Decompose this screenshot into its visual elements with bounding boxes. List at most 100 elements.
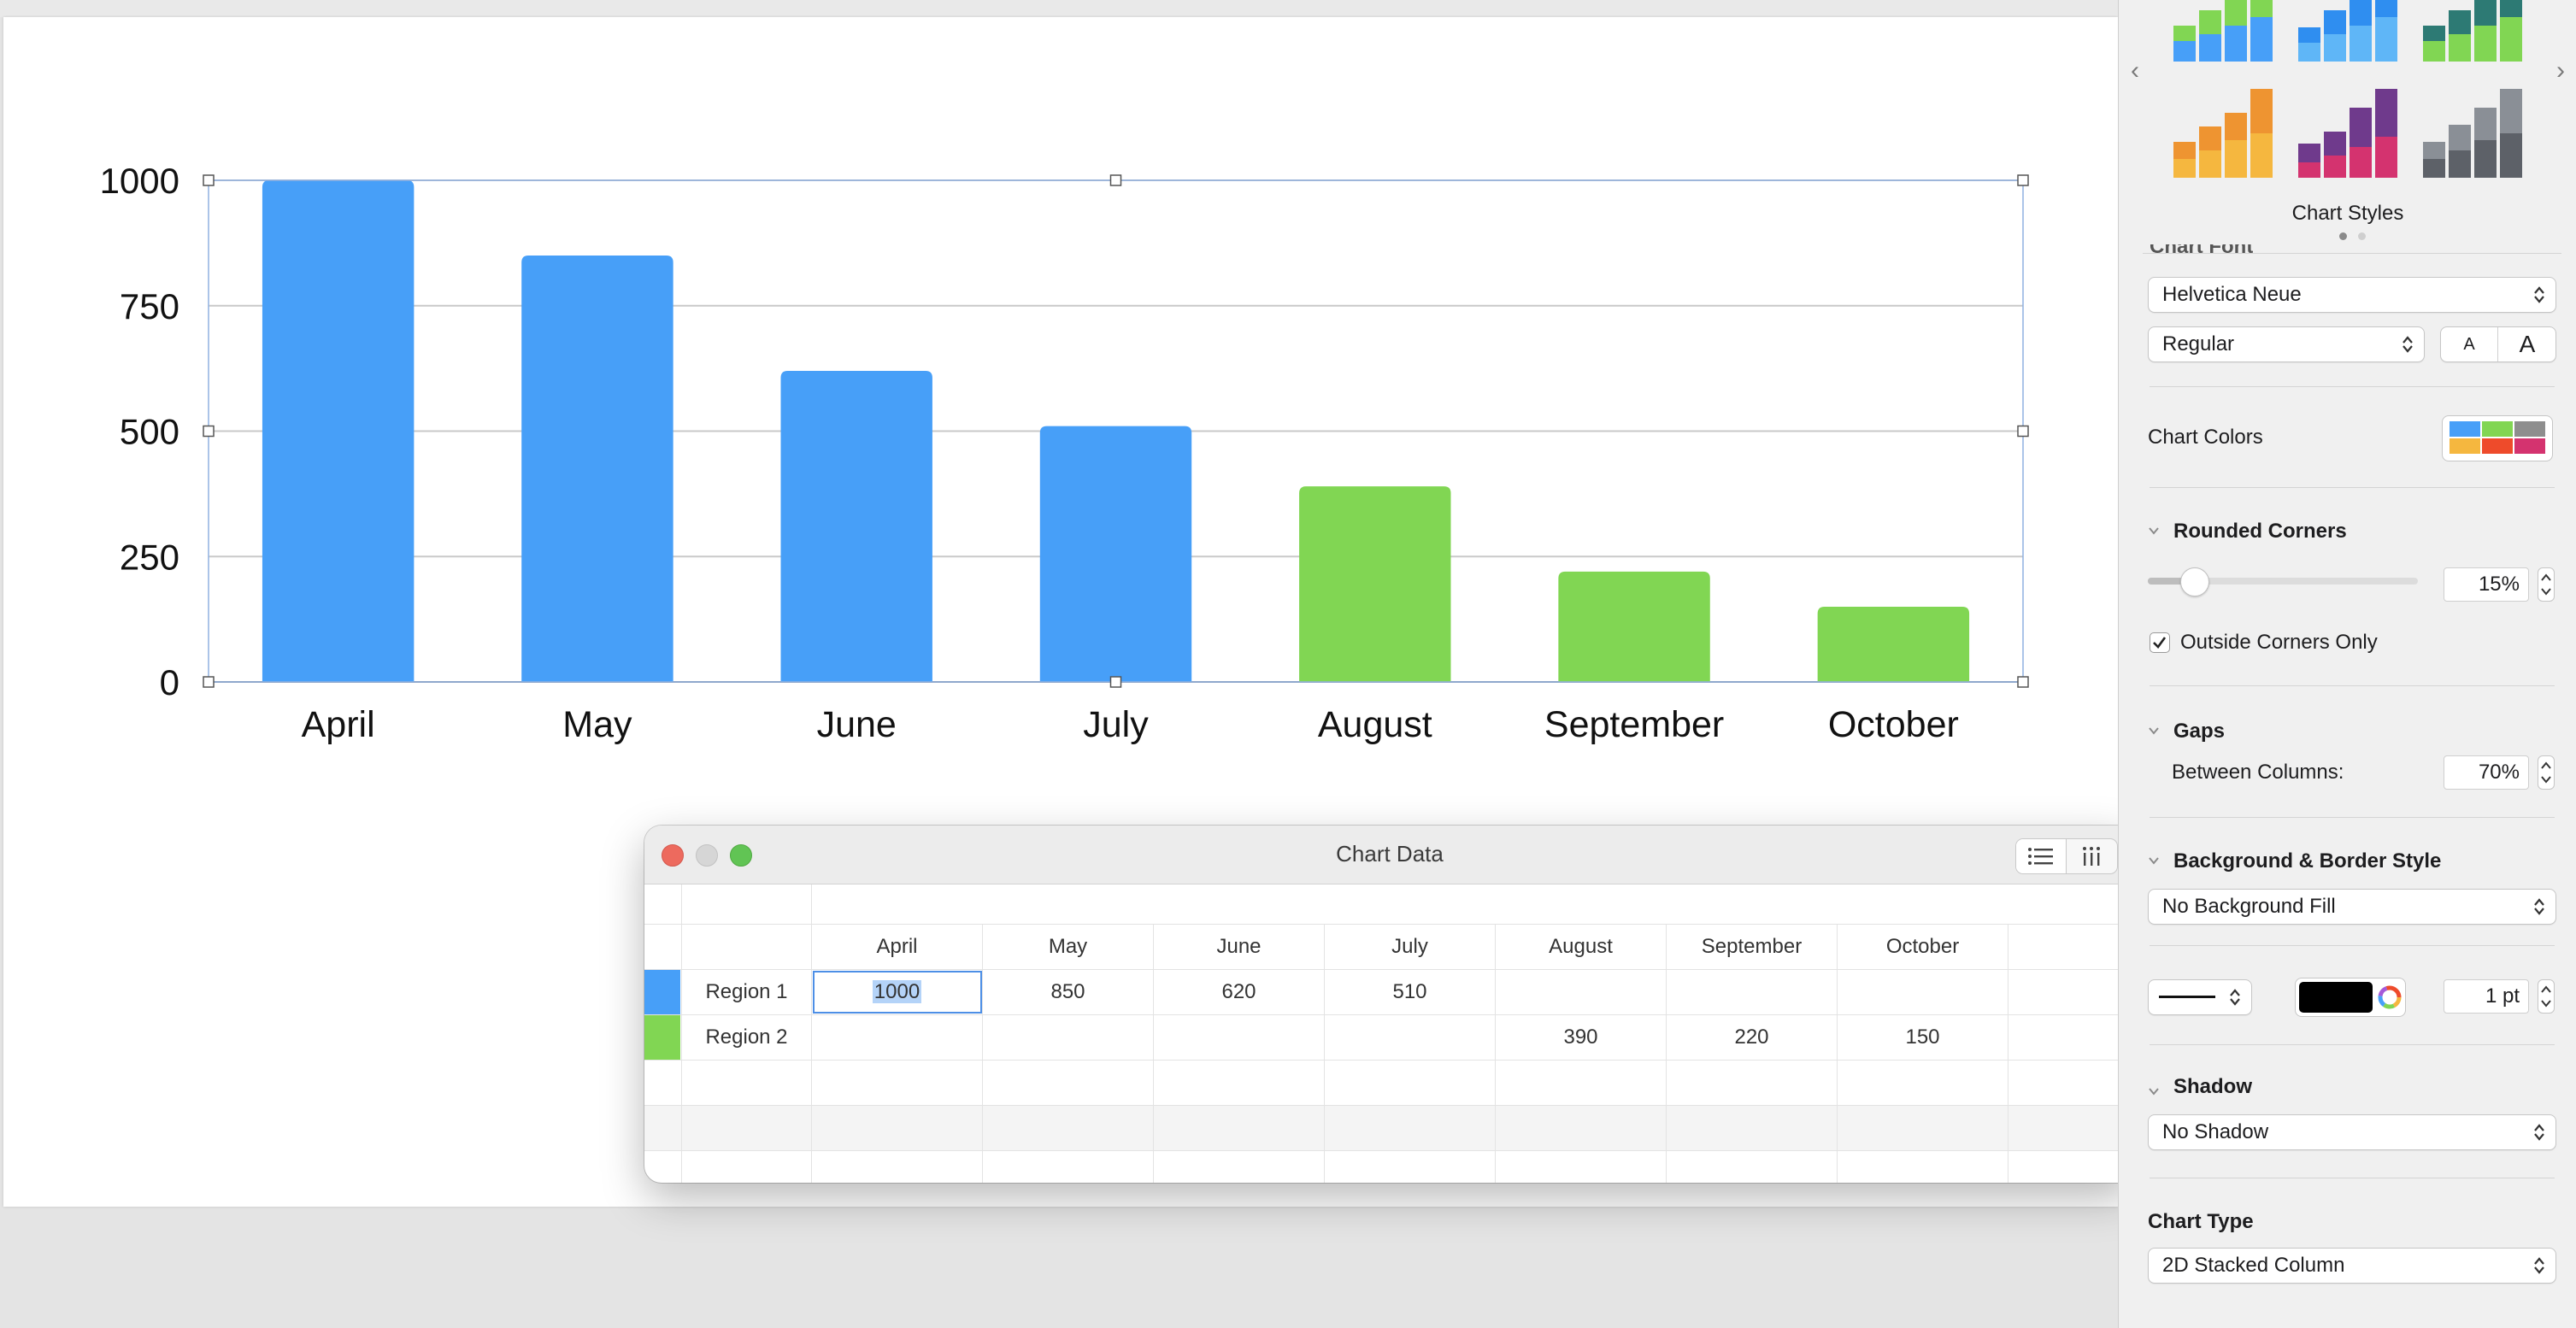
data-cell[interactable] bbox=[1667, 970, 1838, 1014]
data-cell[interactable] bbox=[812, 1015, 983, 1060]
resize-handle[interactable] bbox=[203, 676, 215, 688]
empty-cell[interactable] bbox=[2008, 1015, 2135, 1060]
column-header[interactable]: April bbox=[812, 925, 983, 969]
chevron-down-icon[interactable] bbox=[2148, 525, 2160, 537]
empty-cell[interactable] bbox=[812, 1151, 983, 1183]
data-cell[interactable] bbox=[1496, 970, 1667, 1014]
shadow-popup[interactable]: No Shadow bbox=[2148, 1114, 2556, 1150]
empty-cell[interactable] bbox=[983, 1106, 1154, 1150]
chart-style-thumbnails[interactable] bbox=[2119, 0, 2576, 188]
empty-cell[interactable] bbox=[812, 1061, 983, 1105]
resize-handle[interactable] bbox=[203, 425, 215, 438]
chart-bar[interactable] bbox=[1558, 571, 1710, 682]
background-fill-popup[interactable]: No Background Fill bbox=[2148, 889, 2556, 925]
series-color-swatch[interactable] bbox=[644, 970, 680, 1014]
empty-cell[interactable] bbox=[2008, 970, 2135, 1014]
chart-data-window[interactable]: Chart Data April May June July August Se… bbox=[644, 826, 2135, 1183]
data-cell[interactable]: 620 bbox=[1154, 970, 1325, 1014]
color-wheel-icon[interactable] bbox=[2378, 985, 2402, 1009]
chart-bar[interactable] bbox=[521, 256, 673, 682]
chart-style-4[interactable] bbox=[2173, 89, 2273, 178]
grid-empty-row[interactable] bbox=[644, 1151, 2135, 1183]
resize-handle[interactable] bbox=[1109, 676, 1122, 688]
empty-cell[interactable] bbox=[1154, 1061, 1325, 1105]
border-color-well[interactable] bbox=[2295, 978, 2406, 1017]
empty-cell[interactable] bbox=[1496, 1151, 1667, 1183]
grid-empty-row[interactable] bbox=[644, 1106, 2135, 1151]
column-header[interactable]: October bbox=[1838, 925, 2008, 969]
data-cell[interactable] bbox=[1325, 1015, 1496, 1060]
data-cell[interactable]: 1000 bbox=[812, 970, 983, 1014]
column-header[interactable]: June bbox=[1154, 925, 1325, 969]
page-dot[interactable] bbox=[2358, 232, 2366, 240]
empty-cell[interactable] bbox=[1667, 1151, 1838, 1183]
column-chart[interactable]: 1000 750 500 250 0 April May June July August Sep… bbox=[0, 0, 2118, 769]
font-family-popup[interactable]: Helvetica Neue bbox=[2148, 277, 2556, 313]
chart-bar[interactable] bbox=[780, 371, 932, 682]
chart-bar[interactable] bbox=[1039, 426, 1192, 682]
data-cell[interactable]: 150 bbox=[1838, 1015, 2008, 1060]
chart-colors-popup[interactable] bbox=[2442, 415, 2553, 461]
window-titlebar[interactable]: Chart Data bbox=[644, 826, 2135, 884]
empty-cell[interactable] bbox=[983, 1151, 1154, 1183]
data-cell[interactable]: 850 bbox=[983, 970, 1154, 1014]
plot-rows-as-series-button[interactable] bbox=[2016, 839, 2067, 873]
empty-cell[interactable] bbox=[1325, 1106, 1496, 1150]
view-toggle[interactable] bbox=[2015, 838, 2118, 874]
border-width-stepper[interactable] bbox=[2538, 979, 2555, 1014]
empty-cell[interactable] bbox=[2008, 1061, 2135, 1105]
grid-empty-row[interactable] bbox=[644, 1061, 2135, 1106]
chart-style-5[interactable] bbox=[2298, 89, 2397, 178]
chart-type-popup[interactable]: 2D Stacked Column bbox=[2148, 1248, 2556, 1284]
series-color-swatch[interactable] bbox=[644, 1015, 680, 1060]
empty-cell[interactable] bbox=[1667, 1106, 1838, 1150]
data-cell[interactable] bbox=[983, 1015, 1154, 1060]
empty-cell[interactable] bbox=[983, 1061, 1154, 1105]
chevron-down-icon[interactable] bbox=[2148, 1085, 2160, 1097]
decrease-font-size-button[interactable]: A bbox=[2441, 327, 2498, 361]
empty-cell[interactable] bbox=[1325, 1061, 1496, 1105]
chart-bar[interactable] bbox=[1299, 486, 1451, 682]
data-cell[interactable] bbox=[1154, 1015, 1325, 1060]
empty-cell[interactable] bbox=[1838, 1106, 2008, 1150]
between-columns-stepper[interactable] bbox=[2538, 755, 2555, 790]
resize-handle[interactable] bbox=[2017, 174, 2029, 186]
chart-bar[interactable] bbox=[262, 180, 415, 682]
resize-handle[interactable] bbox=[1109, 174, 1122, 186]
resize-handle[interactable] bbox=[2017, 676, 2029, 688]
empty-cell[interactable] bbox=[1154, 1151, 1325, 1183]
row-label[interactable]: Region 1 bbox=[682, 970, 812, 1014]
chevron-down-icon[interactable] bbox=[2148, 725, 2160, 737]
resize-handle[interactable] bbox=[2017, 425, 2029, 438]
chart-data-grid[interactable]: April May June July August September October R… bbox=[644, 884, 2135, 1183]
slider-knob[interactable] bbox=[2180, 567, 2209, 596]
empty-cell[interactable] bbox=[1838, 1061, 2008, 1105]
data-cell[interactable]: 390 bbox=[1496, 1015, 1667, 1060]
border-line-style-popup[interactable] bbox=[2148, 979, 2252, 1015]
empty-cell[interactable] bbox=[1496, 1061, 1667, 1105]
data-cell[interactable]: 510 bbox=[1325, 970, 1496, 1014]
chart-style-1[interactable] bbox=[2173, 0, 2273, 62]
rounded-corners-slider[interactable] bbox=[2148, 567, 2418, 596]
data-cell[interactable]: 220 bbox=[1667, 1015, 1838, 1060]
data-cell[interactable] bbox=[1838, 970, 2008, 1014]
chart-bar[interactable] bbox=[1817, 606, 1970, 682]
empty-cell[interactable] bbox=[1154, 1106, 1325, 1150]
font-size-segmented[interactable]: A A bbox=[2440, 326, 2556, 362]
page-dot-active[interactable] bbox=[2339, 232, 2347, 240]
between-columns-field[interactable]: 70% bbox=[2444, 755, 2529, 790]
column-header[interactable]: August bbox=[1496, 925, 1667, 969]
empty-cell[interactable] bbox=[1667, 1061, 1838, 1105]
empty-cell[interactable] bbox=[1496, 1106, 1667, 1150]
chart-style-2[interactable] bbox=[2298, 0, 2397, 62]
empty-cell[interactable] bbox=[812, 1106, 983, 1150]
empty-cell[interactable] bbox=[2008, 925, 2135, 969]
rounded-corners-field[interactable]: 15% bbox=[2444, 567, 2529, 602]
plot-columns-as-series-button[interactable] bbox=[2067, 839, 2116, 873]
empty-cell[interactable] bbox=[2008, 1151, 2135, 1183]
column-header[interactable]: July bbox=[1325, 925, 1496, 969]
empty-cell[interactable] bbox=[1838, 1151, 2008, 1183]
empty-cell[interactable] bbox=[2008, 1106, 2135, 1150]
chart-style-6[interactable] bbox=[2423, 89, 2522, 178]
outside-corners-label[interactable]: Outside Corners Only bbox=[2180, 631, 2378, 655]
